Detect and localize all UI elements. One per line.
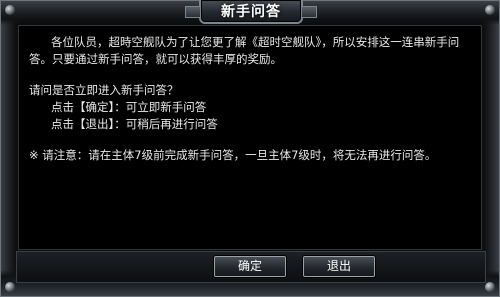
rivet-icon <box>485 5 495 15</box>
notice-text: ※ 请注意：请在主体7级前完成新手问答，一旦主体7级时，将无法再进行问答。 <box>29 148 437 162</box>
rivet-icon <box>5 282 15 292</box>
dialog-content-panel: 各位队员，超時空舰队为了让您更了解《超时空舰队》，所以安排这一连串新手问答。只要… <box>18 25 482 250</box>
intro-paragraph: 各位队员，超時空舰队为了让您更了解《超时空舰队》，所以安排这一连串新手问答。只要… <box>29 35 460 66</box>
rivet-icon <box>485 282 495 292</box>
exit-option-text: 点击【退出】：可稍后再进行问答 <box>51 117 218 131</box>
question-text: 请问是否立即进入新手问答？ <box>29 83 179 97</box>
exit-button[interactable]: 退出 <box>303 256 375 277</box>
confirm-option-text: 点击【确定】：可立即新手问答 <box>51 100 207 114</box>
dialog-title: 新手问答 <box>221 4 281 20</box>
dialog-title-plate: 新手问答 <box>185 0 317 24</box>
rivet-icon <box>5 5 15 15</box>
dialog-content: 各位队员，超時空舰队为了让您更了解《超时空舰队》，所以安排这一连串新手问答。只要… <box>29 34 475 164</box>
confirm-button[interactable]: 确定 <box>214 256 286 277</box>
